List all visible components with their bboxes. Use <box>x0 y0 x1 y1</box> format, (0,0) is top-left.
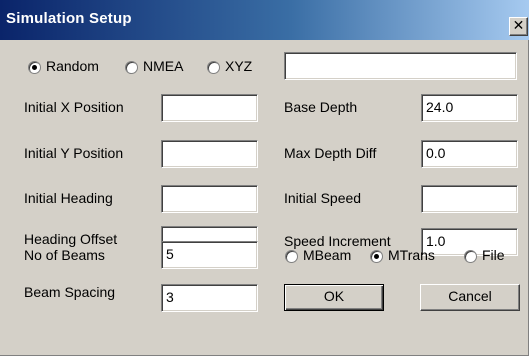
radio-mbeam[interactable] <box>285 250 298 263</box>
base-depth-label: Base Depth <box>284 99 358 115</box>
radio-xyz[interactable] <box>207 61 220 74</box>
radio-xyz-label[interactable]: XYZ <box>225 58 252 74</box>
initial-y-label: Initial Y Position <box>24 145 124 161</box>
initial-y-input[interactable] <box>161 140 258 168</box>
beam-spacing-input[interactable]: 3 <box>161 284 258 312</box>
radio-mtrans-label[interactable]: MTrans <box>388 247 435 263</box>
base-depth-input[interactable]: 24.0 <box>421 94 518 122</box>
radio-file[interactable] <box>464 250 477 263</box>
radio-mbeam-label[interactable]: MBeam <box>303 247 351 263</box>
window-title: Simulation Setup <box>6 10 132 27</box>
radio-nmea[interactable] <box>125 61 138 74</box>
radio-file-label[interactable]: File <box>482 247 505 263</box>
max-depth-diff-input[interactable]: 0.0 <box>421 140 518 168</box>
radio-random[interactable] <box>28 61 41 74</box>
beam-spacing-label: Beam Spacing <box>24 284 116 300</box>
initial-speed-input[interactable] <box>421 185 518 213</box>
initial-heading-label: Initial Heading <box>24 190 113 206</box>
no-of-beams-label: No of Beams <box>24 247 105 263</box>
initial-speed-label: Initial Speed <box>284 190 362 206</box>
no-of-beams-input[interactable]: 5 <box>161 241 258 269</box>
radio-selected-dot <box>374 254 379 259</box>
initial-heading-input[interactable] <box>161 185 258 213</box>
close-button[interactable]: ✕ <box>509 17 528 36</box>
radio-nmea-label[interactable]: NMEA <box>143 58 183 74</box>
close-icon: ✕ <box>512 18 525 34</box>
radio-selected-dot <box>32 65 37 70</box>
source-path-input[interactable] <box>284 52 517 80</box>
initial-x-input[interactable] <box>161 94 258 122</box>
initial-x-label: Initial X Position <box>24 99 124 115</box>
title-bar[interactable]: Simulation Setup ✕ <box>0 0 529 40</box>
simulation-setup-dialog: Simulation Setup ✕ Random NMEA XYZ Initi… <box>0 0 529 356</box>
radio-mtrans[interactable] <box>370 250 383 263</box>
radio-random-label[interactable]: Random <box>46 58 99 74</box>
max-depth-diff-label: Max Depth Diff <box>284 145 377 161</box>
heading-offset-label: Heading Offset <box>24 231 118 247</box>
ok-button[interactable]: OK <box>284 284 384 311</box>
cancel-button[interactable]: Cancel <box>420 284 520 311</box>
